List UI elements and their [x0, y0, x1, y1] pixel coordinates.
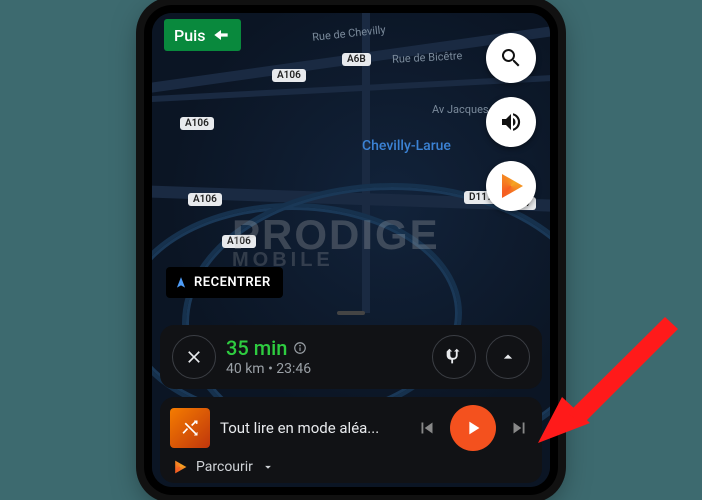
- browse-label: Parcourir: [196, 459, 253, 475]
- bottom-panel: 35 min 40 km • 23:46: [160, 311, 542, 483]
- street-label: Rue de Chevilly: [312, 23, 387, 44]
- shuffle-icon: [180, 418, 200, 438]
- trip-card[interactable]: 35 min 40 km • 23:46: [160, 325, 542, 389]
- skip-previous-button[interactable]: [414, 417, 440, 439]
- search-button[interactable]: [486, 33, 536, 83]
- close-button[interactable]: [172, 335, 216, 379]
- alternate-routes-icon: [443, 346, 465, 368]
- navigation-arrow-icon: [174, 276, 188, 290]
- phone-frame: Rue de Chevilly Rue de Bicêtre Av Jacque…: [144, 5, 558, 495]
- music-card: Tout lire en mode aléa... Parcourir: [160, 397, 542, 483]
- expand-button[interactable]: [486, 335, 530, 379]
- drag-handle[interactable]: [337, 311, 365, 315]
- music-app-button[interactable]: [486, 161, 536, 211]
- road-shield: A106: [222, 235, 256, 248]
- chevron-up-icon: [498, 347, 518, 367]
- play-button[interactable]: [450, 405, 496, 451]
- google-play-music-icon: [172, 459, 188, 475]
- city-label: Chevilly-Larue: [362, 138, 451, 154]
- skip-previous-icon: [416, 417, 438, 439]
- alternate-routes-button[interactable]: [432, 335, 476, 379]
- volume-icon: [499, 110, 523, 134]
- road-shield: A106: [180, 117, 214, 130]
- street-label: Rue de Bicêtre: [392, 49, 463, 66]
- skip-next-button[interactable]: [506, 417, 532, 439]
- chevron-down-icon: [261, 460, 275, 474]
- album-art[interactable]: [170, 408, 210, 448]
- screen: Rue de Chevilly Rue de Bicêtre Av Jacque…: [152, 13, 550, 487]
- recenter-button[interactable]: RECENTRER: [166, 267, 283, 298]
- track-title[interactable]: Tout lire en mode aléa...: [220, 419, 404, 437]
- browse-button[interactable]: Parcourir: [170, 457, 532, 475]
- play-icon: [462, 417, 484, 439]
- road-shield: A106: [272, 69, 306, 82]
- next-turn-label: Puis: [174, 26, 205, 45]
- skip-next-icon: [508, 417, 530, 439]
- trip-eta: 23:46: [276, 361, 311, 377]
- volume-button[interactable]: [486, 97, 536, 147]
- road-shield: A106: [188, 193, 222, 206]
- trip-time: 35 min: [226, 336, 287, 361]
- road-shield: A6B: [342, 53, 371, 66]
- trip-info: 35 min 40 km • 23:46: [226, 336, 422, 379]
- turn-left-icon: [211, 25, 231, 45]
- trip-distance: 40 km: [226, 361, 265, 377]
- close-icon: [184, 347, 204, 367]
- info-icon: [293, 341, 307, 355]
- google-play-music-icon: [496, 171, 526, 201]
- search-icon: [499, 46, 523, 70]
- next-turn-banner[interactable]: Puis: [164, 19, 241, 51]
- recenter-label: RECENTRER: [194, 275, 271, 290]
